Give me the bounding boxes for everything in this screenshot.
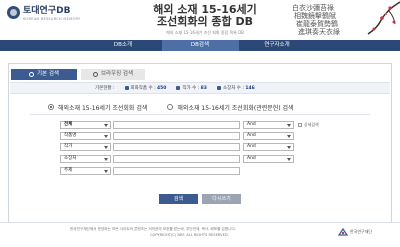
chevron-down-icon bbox=[287, 135, 291, 138]
field-select[interactable]: 소장처 bbox=[60, 155, 111, 163]
operator-select[interactable]: And bbox=[243, 155, 294, 163]
nrf-name: 한국연구재단 bbox=[350, 229, 373, 234]
stat-count: 450 bbox=[157, 86, 167, 91]
search-input[interactable] bbox=[113, 155, 240, 163]
search-icon bbox=[92, 72, 98, 77]
stat-label: 소장처 수 : bbox=[222, 86, 244, 91]
calligraphy-line: 進琪奏天衣綠 bbox=[298, 28, 340, 36]
nrf-emblem-icon bbox=[338, 227, 348, 236]
stat-icon bbox=[124, 85, 129, 90]
field-select[interactable]: 전체 bbox=[60, 121, 111, 129]
stat-icon bbox=[176, 85, 181, 90]
tab-basic-search[interactable]: 기본 검색 bbox=[11, 69, 77, 80]
scope-option-label: 해외소재 15-16세기 조선회화(관련문헌) 검색 bbox=[177, 104, 294, 112]
operator-select-value: And bbox=[247, 144, 256, 149]
detail-search-checkbox[interactable]: 상세검색 bbox=[298, 122, 319, 128]
stat-icon bbox=[216, 85, 221, 90]
search-scope: 해외소재 15-16세기 조선회화 검색 해외소재 15-16세기 조선회화(관… bbox=[48, 101, 388, 113]
search-row: 주제 bbox=[60, 167, 240, 175]
search-icon bbox=[29, 72, 34, 77]
tab-basic-search-label: 기본 검색 bbox=[37, 71, 59, 77]
stat-label: 작가 수 : bbox=[182, 86, 200, 91]
stat-label: 회화작품 수 : bbox=[130, 86, 156, 91]
footer-notice: 한국연구재단에서 운영하는 모든 사이트의 콘텐츠는 저작권의 보호를 받는바,… bbox=[70, 227, 236, 231]
scope-option-paintings[interactable]: 해외소재 15-16세기 조선회화 검색 bbox=[48, 103, 147, 112]
field-select-value: 작가 bbox=[64, 144, 73, 149]
page-title: 해외 소재 15-16세기 조선회화의 종합 DB 해외 소재 15-16세기 … bbox=[146, 4, 264, 36]
operator-select-value: And bbox=[247, 133, 256, 138]
nrf-logo[interactable]: 한국연구재단 bbox=[338, 227, 372, 237]
stat-paintings: 회화작품 수 : 450 bbox=[124, 85, 167, 91]
logo-emblem-icon bbox=[7, 6, 20, 19]
search-input[interactable] bbox=[113, 121, 240, 129]
field-select-value: 소장처 bbox=[64, 156, 77, 161]
chevron-down-icon bbox=[104, 170, 108, 173]
chevron-down-icon bbox=[287, 146, 291, 149]
tab-browse-search-label: 브라우징 검색 bbox=[100, 71, 134, 77]
action-buttons: 검색 다시쓰기 bbox=[0, 194, 400, 204]
title-caption: 해외 소재 15-16세기 조선 회화 종합 목록 DB bbox=[166, 30, 244, 35]
tab-browse-search[interactable]: 브라우징 검색 bbox=[81, 69, 145, 80]
field-select[interactable]: 작가 bbox=[60, 143, 111, 151]
operator-select[interactable]: And bbox=[243, 132, 294, 140]
nav-researchers[interactable]: 연구자소개 bbox=[239, 40, 316, 51]
search-button[interactable]: 검색 bbox=[159, 194, 198, 204]
title-line-2: 조선회화의 종합 DB bbox=[156, 15, 253, 28]
chevron-down-icon bbox=[104, 146, 108, 149]
stat-collections: 소장처 수 : 146 bbox=[216, 85, 255, 91]
calligraphy-line: 白衣沙彌苔祿 bbox=[292, 4, 334, 12]
chevron-down-icon bbox=[104, 124, 108, 127]
plum-branch-icon bbox=[367, 1, 400, 35]
detail-search-label: 상세검색 bbox=[304, 122, 319, 127]
basic-stats-bar: 기본현황 : 회화작품 수 : 450 작가 수 : 83 소장처 수 : 14… bbox=[10, 82, 390, 94]
chevron-down-icon bbox=[287, 158, 291, 161]
chevron-down-icon bbox=[104, 158, 108, 161]
calligraphy-line: 相魏鏡擊鶴賦 bbox=[294, 12, 336, 20]
search-row: 작가 And bbox=[60, 143, 294, 151]
stat-artists: 작가 수 : 83 bbox=[176, 85, 207, 91]
reset-button[interactable]: 다시쓰기 bbox=[202, 194, 241, 204]
footer-copyright: COPYRIGHT(C) NRF. ALL RIGHTS RESERVED. bbox=[150, 233, 229, 237]
operator-select-value: And bbox=[247, 156, 256, 161]
field-select-value: 작품명 bbox=[64, 133, 77, 138]
divider bbox=[30, 114, 370, 115]
nav-db-intro[interactable]: DB소개 bbox=[85, 40, 162, 51]
search-input[interactable] bbox=[113, 167, 240, 175]
search-tabs: 기본 검색 브라우징 검색 bbox=[11, 69, 145, 80]
scope-option-literature[interactable]: 해외소재 15-16세기 조선회화(관련문헌) 검색 bbox=[167, 103, 294, 112]
scope-radio[interactable] bbox=[48, 104, 54, 110]
checkbox-box[interactable] bbox=[298, 123, 302, 127]
nav-db-search[interactable]: DB검색 bbox=[161, 40, 239, 51]
scope-radio[interactable] bbox=[167, 104, 174, 110]
stat-count: 146 bbox=[245, 86, 255, 91]
operator-select-value: And bbox=[247, 122, 256, 127]
operator-select[interactable]: And bbox=[243, 143, 294, 151]
chevron-down-icon bbox=[287, 124, 291, 127]
scope-option-label: 해외소재 15-16세기 조선회화 검색 bbox=[58, 104, 148, 112]
site-footer: 한국연구재단에서 운영하는 모든 사이트의 콘텐츠는 저작권의 보호를 받는바,… bbox=[0, 222, 400, 247]
site-logo[interactable]: 토대연구DB KOREAN RESEARCH MEMORY bbox=[7, 6, 81, 21]
field-select-value: 주제 bbox=[64, 168, 73, 173]
basis-label: 기본현황 : bbox=[95, 86, 115, 91]
stat-count: 83 bbox=[200, 86, 207, 91]
site-header: 토대연구DB KOREAN RESEARCH MEMORY 해외 소재 15-1… bbox=[0, 0, 400, 38]
search-row: 작품명 And bbox=[60, 132, 294, 140]
logo-subtitle: KOREAN RESEARCH MEMORY bbox=[23, 17, 81, 21]
search-input[interactable] bbox=[113, 132, 240, 140]
field-select-value: 전체 bbox=[64, 122, 73, 127]
search-input[interactable] bbox=[113, 143, 240, 151]
operator-select[interactable]: And bbox=[243, 121, 294, 129]
search-row: 소장처 And bbox=[60, 155, 294, 163]
logo-title: 토대연구DB bbox=[23, 6, 71, 16]
chevron-down-icon bbox=[104, 135, 108, 138]
main-nav: DB소개 DB검색 연구자소개 bbox=[0, 40, 400, 51]
field-select[interactable]: 주제 bbox=[60, 167, 111, 175]
field-select[interactable]: 작품명 bbox=[60, 132, 111, 140]
search-row: 전체 And 상세검색 bbox=[60, 121, 319, 129]
calligraphy-line: 崔龍泰賀勢鶴 bbox=[296, 20, 338, 28]
